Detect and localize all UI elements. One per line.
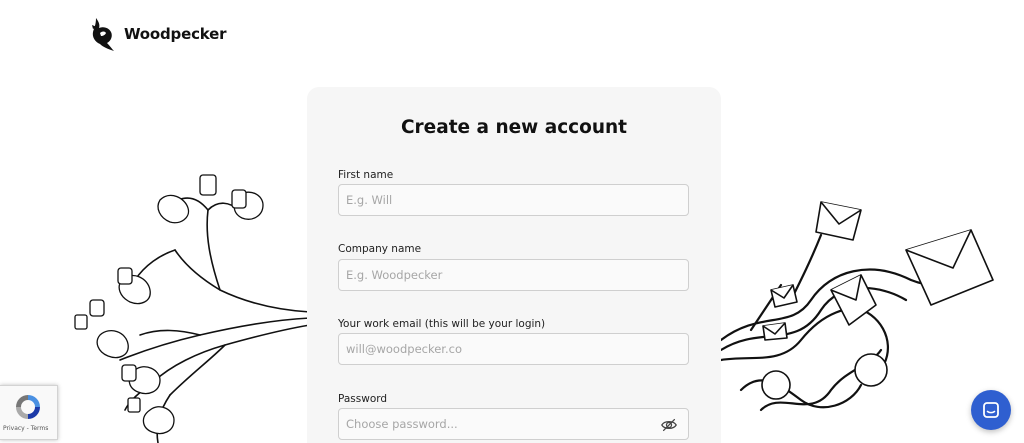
- signup-card: Create a new account First name Company …: [307, 87, 721, 443]
- company-name-input[interactable]: [338, 259, 689, 291]
- woodpecker-logo-icon: [92, 18, 114, 51]
- work-email-input[interactable]: [338, 333, 689, 365]
- brand-logo[interactable]: Woodpecker: [90, 16, 227, 52]
- tree-branch-illustration: [74, 174, 310, 443]
- work-email-label: Your work email (this will be your login…: [338, 318, 546, 330]
- email-flow-illustration: [721, 201, 994, 412]
- chat-icon: [983, 402, 999, 418]
- password-label: Password: [338, 393, 388, 405]
- recaptcha-links: Privacy - Terms: [3, 425, 48, 432]
- terms-link[interactable]: Terms: [31, 425, 49, 432]
- first-name-input[interactable]: [338, 184, 689, 216]
- page-title: Create a new account: [400, 117, 628, 138]
- chat-button[interactable]: [971, 390, 1011, 430]
- recaptcha-icon: [16, 395, 40, 419]
- first-name-label: First name: [338, 169, 394, 181]
- company-name-label: Company name: [338, 243, 422, 255]
- recaptcha-badge[interactable]: Privacy - Terms: [0, 385, 58, 440]
- brand-name: Woodpecker: [124, 25, 227, 43]
- eye-slash-icon[interactable]: [660, 416, 678, 434]
- privacy-link[interactable]: Privacy: [3, 425, 25, 432]
- password-input[interactable]: [338, 408, 689, 440]
